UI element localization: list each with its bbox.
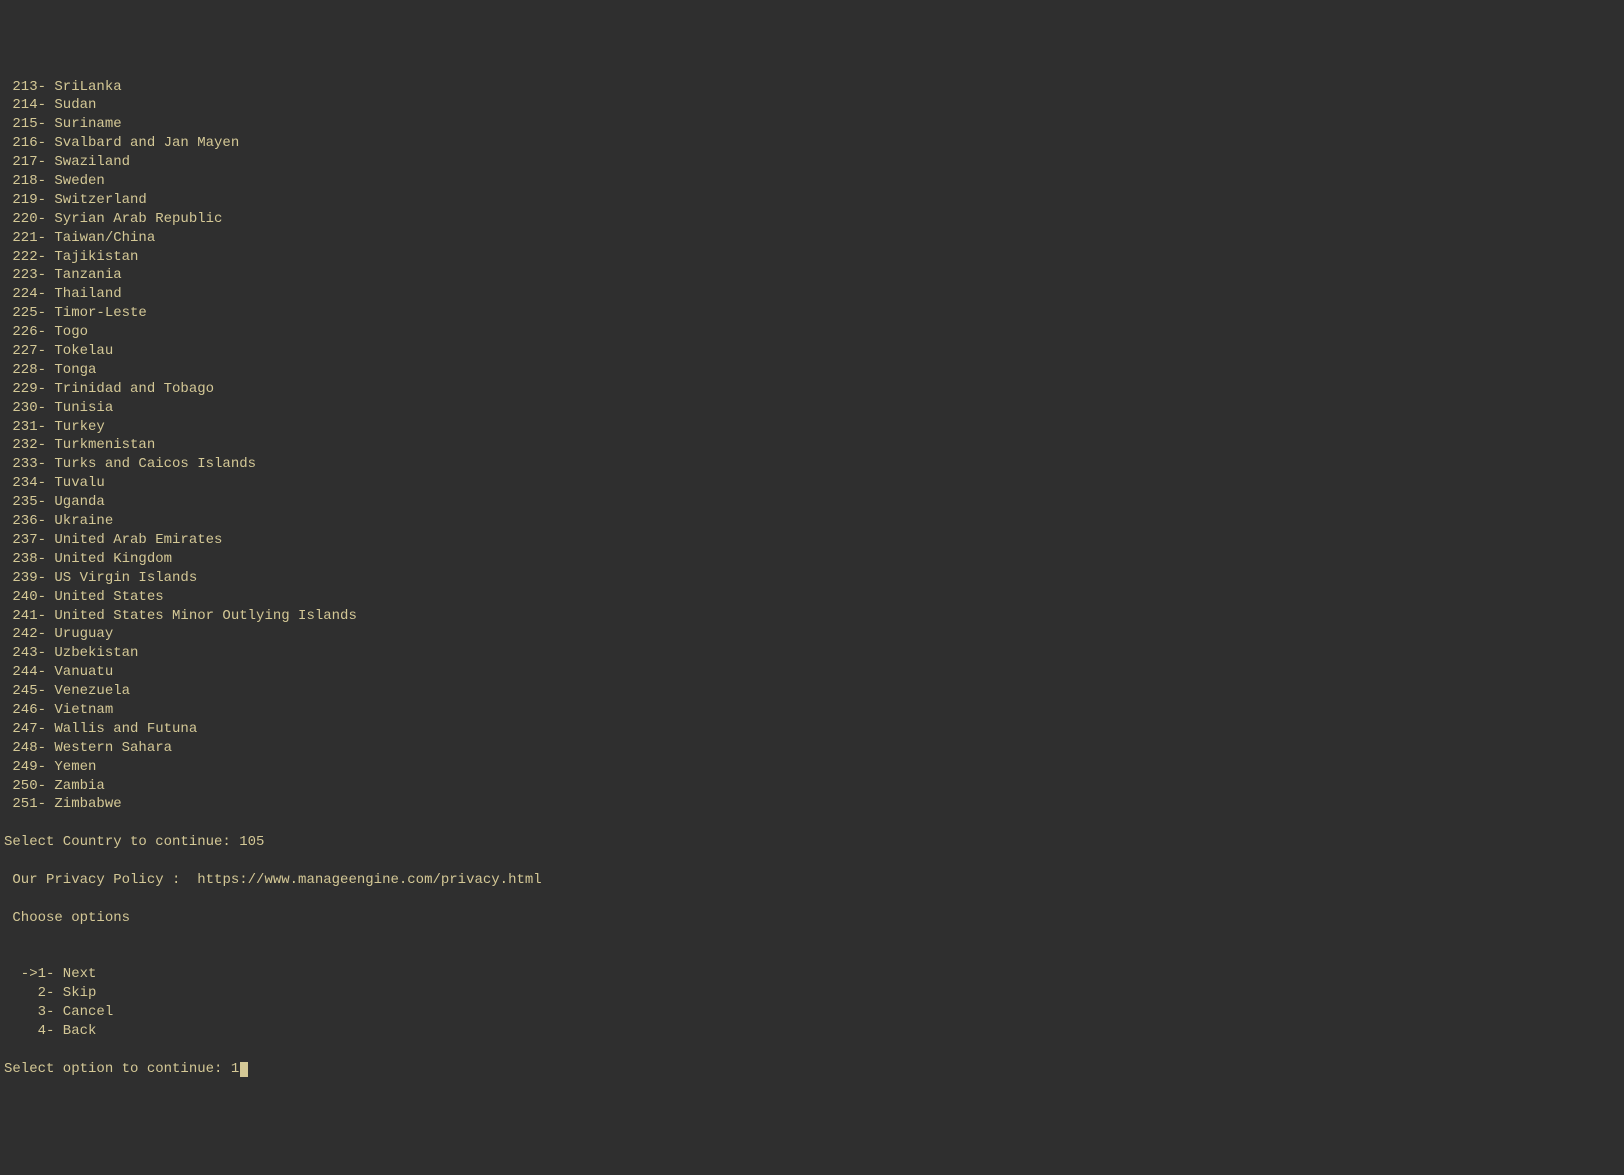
country-list-item: 229- Trinidad and Tobago	[4, 380, 1620, 399]
country-list-item: 232- Turkmenistan	[4, 436, 1620, 455]
blank-line	[4, 947, 1620, 966]
select-country-prompt-line: Select Country to continue: 105	[4, 833, 1620, 852]
country-list-item: 213- SriLanka	[4, 78, 1620, 97]
blank-line	[4, 928, 1620, 947]
country-list-item: 238- United Kingdom	[4, 550, 1620, 569]
country-list-item: 236- Ukraine	[4, 512, 1620, 531]
country-list-item: 237- United Arab Emirates	[4, 531, 1620, 550]
country-list-item: 230- Tunisia	[4, 399, 1620, 418]
country-list-item: 231- Turkey	[4, 418, 1620, 437]
country-list-item: 249- Yemen	[4, 758, 1620, 777]
privacy-policy-line: Our Privacy Policy : https://www.managee…	[4, 871, 1620, 890]
choose-options-label: Choose options	[4, 909, 1620, 928]
country-list-item: 219- Switzerland	[4, 191, 1620, 210]
country-list-item: 226- Togo	[4, 323, 1620, 342]
country-list-item: 217- Swaziland	[4, 153, 1620, 172]
country-list-item: 242- Uruguay	[4, 625, 1620, 644]
terminal-output[interactable]: 213- SriLanka 214- Sudan 215- Suriname 2…	[4, 78, 1620, 1079]
country-list-item: 227- Tokelau	[4, 342, 1620, 361]
country-list-item: 234- Tuvalu	[4, 474, 1620, 493]
country-list-item: 222- Tajikistan	[4, 248, 1620, 267]
country-list-item: 245- Venezuela	[4, 682, 1620, 701]
country-list-item: 220- Syrian Arab Republic	[4, 210, 1620, 229]
country-list-item: 223- Tanzania	[4, 266, 1620, 285]
country-list-item: 216- Svalbard and Jan Mayen	[4, 134, 1620, 153]
country-list-item: 224- Thailand	[4, 285, 1620, 304]
option-item: 3- Cancel	[4, 1003, 1620, 1022]
country-list-item: 239- US Virgin Islands	[4, 569, 1620, 588]
privacy-policy-label: Our Privacy Policy :	[4, 872, 197, 888]
privacy-policy-url: https://www.manageengine.com/privacy.htm…	[197, 872, 541, 888]
country-list-item: 251- Zimbabwe	[4, 795, 1620, 814]
country-list-item: 247- Wallis and Futuna	[4, 720, 1620, 739]
country-list-item: 244- Vanuatu	[4, 663, 1620, 682]
select-option-prompt: Select option to continue:	[4, 1061, 231, 1077]
country-list-item: 246- Vietnam	[4, 701, 1620, 720]
country-list-item: 235- Uganda	[4, 493, 1620, 512]
option-item: ->1- Next	[4, 965, 1620, 984]
blank-line	[4, 1041, 1620, 1060]
country-list-item: 215- Suriname	[4, 115, 1620, 134]
select-option-prompt-line: Select option to continue: 1	[4, 1060, 1620, 1079]
option-item: 4- Back	[4, 1022, 1620, 1041]
blank-line	[4, 814, 1620, 833]
country-list-item: 248- Western Sahara	[4, 739, 1620, 758]
country-list-item: 241- United States Minor Outlying Island…	[4, 607, 1620, 626]
country-list-item: 243- Uzbekistan	[4, 644, 1620, 663]
blank-line	[4, 890, 1620, 909]
select-country-prompt: Select Country to continue:	[4, 834, 239, 850]
country-list-item: 214- Sudan	[4, 96, 1620, 115]
country-list-item: 233- Turks and Caicos Islands	[4, 455, 1620, 474]
option-item: 2- Skip	[4, 984, 1620, 1003]
select-option-input[interactable]: 1	[231, 1061, 239, 1077]
country-list-item: 225- Timor-Leste	[4, 304, 1620, 323]
country-list-item: 221- Taiwan/China	[4, 229, 1620, 248]
terminal-cursor	[240, 1062, 248, 1077]
country-list-item: 228- Tonga	[4, 361, 1620, 380]
country-list-item: 218- Sweden	[4, 172, 1620, 191]
country-list-item: 250- Zambia	[4, 777, 1620, 796]
blank-line	[4, 852, 1620, 871]
country-list-item: 240- United States	[4, 588, 1620, 607]
select-country-input[interactable]: 105	[239, 834, 264, 850]
